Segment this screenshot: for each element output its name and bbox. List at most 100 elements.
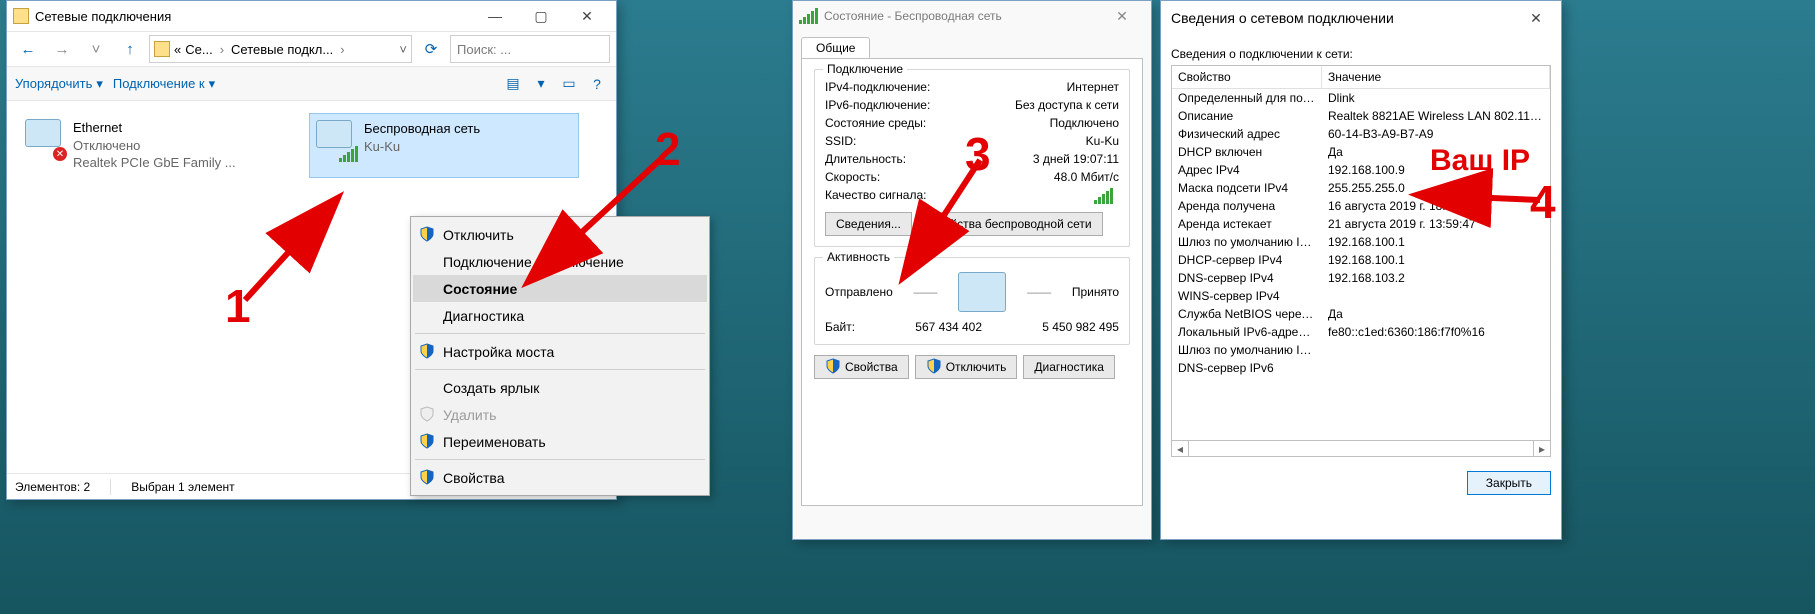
table-row[interactable]: Определенный для подк...Dlink	[1172, 89, 1550, 107]
adapter-item-wireless[interactable]: Беспроводная сеть Ku-Ku	[309, 113, 579, 178]
cell-property: DHCP-сервер IPv4	[1172, 251, 1322, 269]
breadcrumb-sep: ›	[337, 42, 347, 57]
field-label: IPv6-подключение:	[825, 98, 930, 112]
cell-value: Realtek 8821AE Wireless LAN 802.11ac PCI	[1322, 107, 1550, 125]
titlebar[interactable]: Состояние - Беспроводная сеть ✕	[793, 1, 1151, 31]
chevron-down-icon[interactable]: ˅	[399, 42, 407, 57]
breadcrumb-seg[interactable]: Се...	[185, 42, 212, 57]
recent-locations-button[interactable]: ˅	[81, 35, 111, 63]
table-row[interactable]: WINS-сервер IPv4	[1172, 287, 1550, 305]
close-button[interactable]: ✕	[1099, 1, 1145, 31]
table-row[interactable]: Физический адрес60-14-B3-A9-B7-A9	[1172, 125, 1550, 143]
cell-value	[1322, 359, 1550, 377]
field-label: Скорость:	[825, 170, 880, 184]
adapter-item-ethernet[interactable]: ✕ Ethernet Отключено Realtek PCIe GbE Fa…	[19, 113, 289, 178]
table-row[interactable]: DHCP включенДа	[1172, 143, 1550, 161]
table-row[interactable]: Служба NetBIOS через T...Да	[1172, 305, 1550, 323]
organize-button[interactable]: Упорядочить ▾	[15, 76, 103, 92]
tab-general[interactable]: Общие	[801, 37, 870, 58]
field-value: Подключено	[1050, 116, 1119, 130]
chevron-down-icon: ▾	[96, 76, 103, 92]
shield-icon	[419, 469, 435, 485]
cell-property: Аренда истекает	[1172, 215, 1322, 233]
view-button[interactable]: ▤	[502, 74, 524, 94]
diagnostics-button[interactable]: Диагностика	[1023, 355, 1115, 379]
properties-button[interactable]: Свойства	[814, 355, 909, 379]
cell-property: DNS-сервер IPv4	[1172, 269, 1322, 287]
table-row[interactable]: Адрес IPv4192.168.100.9	[1172, 161, 1550, 179]
table-row[interactable]: Аренда получена16 августа 2019 г. 18:57:…	[1172, 197, 1550, 215]
shield-icon	[926, 358, 942, 377]
connect-to-button[interactable]: Подключение к ▾	[113, 76, 215, 92]
menu-item-rename[interactable]: Переименовать	[413, 428, 707, 455]
minimize-button[interactable]: —	[472, 1, 518, 31]
adapter-name: Ethernet	[73, 119, 236, 137]
wireless-properties-button[interactable]: Свойства беспроводной сети	[918, 212, 1103, 236]
window-title: Состояние - Беспроводная сеть	[824, 9, 1002, 23]
field-label: SSID:	[825, 134, 856, 148]
breadcrumb-seg[interactable]: Сетевые подкл...	[231, 42, 333, 57]
connection-group: Подключение IPv4-подключение:Интернет IP…	[814, 69, 1130, 247]
menu-item-delete[interactable]: Удалить	[413, 401, 707, 428]
breadcrumb-sep: ›	[217, 42, 227, 57]
refresh-button[interactable]: ⟳	[416, 35, 446, 63]
table-row[interactable]: DNS-сервер IPv4192.168.103.2	[1172, 269, 1550, 287]
toolbar: Упорядочить ▾ Подключение к ▾ ▤ ▾ ▭ ?	[7, 67, 616, 101]
table-row[interactable]: Аренда истекает21 августа 2019 г. 13:59:…	[1172, 215, 1550, 233]
menu-item-bridge[interactable]: Настройка моста	[413, 338, 707, 365]
col-property[interactable]: Свойство	[1172, 66, 1322, 89]
chevron-down-icon: ▾	[209, 76, 216, 92]
table-row[interactable]: DNS-сервер IPv6	[1172, 359, 1550, 377]
chevron-down-icon[interactable]: ▾	[530, 74, 552, 94]
details-button[interactable]: Сведения...	[825, 212, 912, 236]
maximize-button[interactable]: ▢	[518, 1, 564, 31]
scroll-left-icon[interactable]: ◂	[1172, 441, 1189, 456]
menu-item-diagnostics[interactable]: Диагностика	[413, 302, 707, 329]
cell-value: Dlink	[1322, 89, 1550, 107]
breadcrumb-sep: «	[174, 42, 181, 57]
titlebar[interactable]: Сетевые подключения — ▢ ✕	[7, 1, 616, 31]
help-button[interactable]: ?	[586, 74, 608, 94]
menu-divider	[415, 333, 705, 334]
table-row[interactable]: Маска подсети IPv4255.255.255.0	[1172, 179, 1550, 197]
shield-icon	[419, 406, 435, 422]
menu-item-properties[interactable]: Свойства	[413, 464, 707, 491]
close-button[interactable]: ✕	[564, 1, 610, 31]
table-header: Свойство Значение	[1172, 66, 1550, 89]
table-row[interactable]: Шлюз по умолчанию IPv6	[1172, 341, 1550, 359]
titlebar[interactable]: Сведения о сетевом подключении ✕	[1161, 1, 1561, 35]
table-row[interactable]: Шлюз по умолчанию IPv4192.168.100.1	[1172, 233, 1550, 251]
selection-count: Выбран 1 элемент	[131, 480, 234, 494]
field-value: Интернет	[1067, 80, 1119, 94]
menu-item-shortcut[interactable]: Создать ярлык	[413, 374, 707, 401]
menu-item-disable[interactable]: Отключить	[413, 221, 707, 248]
field-label: Состояние среды:	[825, 116, 926, 130]
cell-property: Аренда получена	[1172, 197, 1322, 215]
up-button[interactable]: ↑	[115, 35, 145, 63]
preview-pane-button[interactable]: ▭	[558, 74, 580, 94]
search-placeholder: Поиск: ...	[457, 42, 511, 57]
cell-value	[1322, 287, 1550, 305]
scroll-right-icon[interactable]: ▸	[1533, 441, 1550, 456]
folder-icon	[154, 41, 170, 57]
field-label: Качество сигнала:	[825, 188, 926, 204]
menu-divider	[415, 369, 705, 370]
field-value: 3 дней 19:07:11	[1033, 152, 1119, 166]
horizontal-scrollbar[interactable]: ◂ ▸	[1171, 441, 1551, 457]
close-button[interactable]: ✕	[1521, 3, 1551, 33]
forward-button[interactable]: →	[47, 35, 77, 63]
table-row[interactable]: DHCP-сервер IPv4192.168.100.1	[1172, 251, 1550, 269]
table-row[interactable]: ОписаниеRealtek 8821AE Wireless LAN 802.…	[1172, 107, 1550, 125]
search-input[interactable]: Поиск: ...	[450, 35, 610, 63]
disable-button[interactable]: Отключить	[915, 355, 1018, 379]
menu-item-status[interactable]: Состояние	[413, 275, 707, 302]
col-value[interactable]: Значение	[1322, 66, 1550, 89]
cell-property: DHCP включен	[1172, 143, 1322, 161]
table-row[interactable]: Локальный IPv6-адрес ка...fe80::c1ed:636…	[1172, 323, 1550, 341]
address-bar[interactable]: « Се... › Сетевые подкл... › ˅	[149, 35, 412, 63]
cell-value: 192.168.100.9	[1322, 161, 1550, 179]
menu-item-connect[interactable]: Подключение / Отключение	[413, 248, 707, 275]
close-details-button[interactable]: Закрыть	[1467, 471, 1551, 495]
back-button[interactable]: ←	[13, 35, 43, 63]
cell-value: Да	[1322, 143, 1550, 161]
